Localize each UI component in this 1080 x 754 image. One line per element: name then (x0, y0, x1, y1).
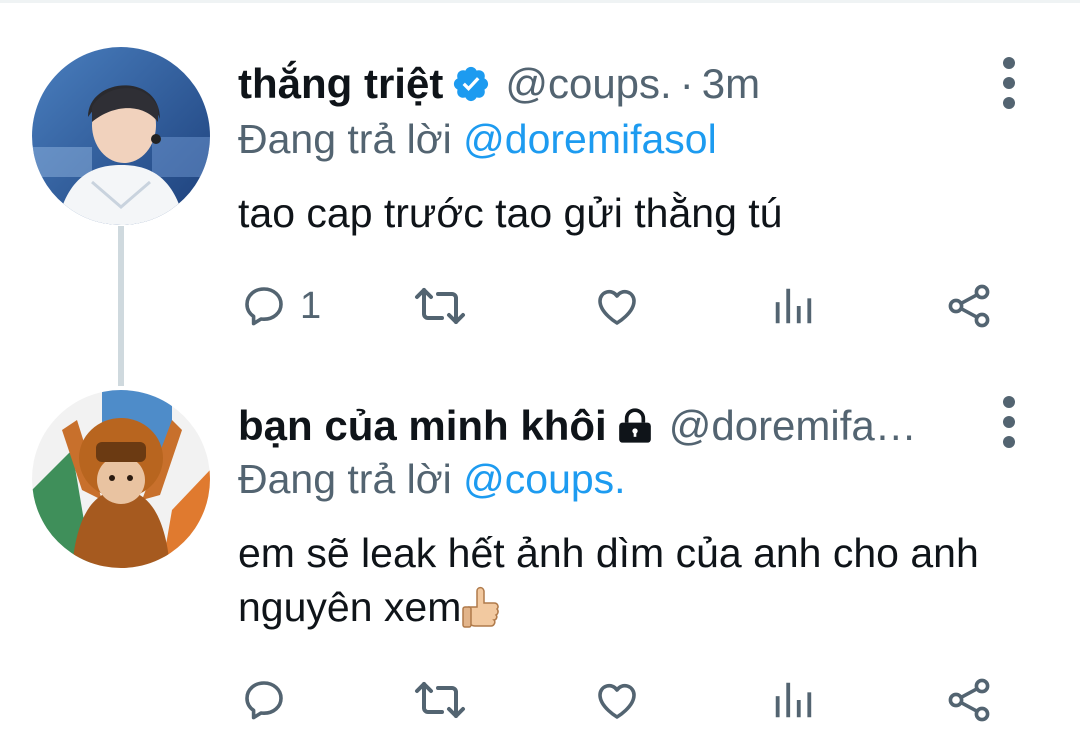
verified-badge-icon (451, 64, 491, 104)
share-icon (948, 284, 990, 328)
replying-to: Đang trả lời @doremifasol (238, 116, 717, 163)
reply-button[interactable] (240, 670, 288, 730)
user-handle[interactable]: @coups. (505, 60, 671, 108)
analytics-icon (775, 682, 812, 718)
tweet-text-content: em sẽ leak hết ảnh dìm của anh cho anh n… (238, 530, 979, 630)
reply-mention-link[interactable]: @coups. (463, 456, 625, 502)
like-icon (598, 683, 636, 719)
analytics-icon (775, 288, 812, 324)
tweet-header: thắng triệt @coups. · 3m (238, 54, 760, 114)
tweet-header: bạn của minh khôi @doremifa… (238, 396, 917, 456)
display-name[interactable]: bạn của minh khôi (238, 402, 607, 450)
retweet-icon (415, 682, 465, 718)
share-icon (948, 678, 990, 722)
reply-icon (245, 681, 283, 720)
share-button[interactable] (944, 276, 996, 336)
timestamp[interactable]: 3m (702, 60, 760, 108)
replying-to-label: Đang trả lời (238, 116, 452, 162)
lock-icon (615, 406, 655, 446)
tweet[interactable]: thắng triệt @coups. · 3m Đang trả lời @d… (0, 0, 1080, 380)
like-button[interactable] (592, 670, 642, 730)
share-button[interactable] (944, 670, 996, 730)
like-icon (598, 289, 636, 325)
reply-mention-link[interactable]: @doremifasol (463, 116, 717, 162)
replying-to-label: Đang trả lời (238, 456, 452, 502)
tweet-actions (0, 670, 1080, 730)
reply-count: 1 (300, 284, 322, 327)
tweet[interactable]: bạn của minh khôi @doremifa… Đang trả lờ… (0, 380, 1080, 754)
avatar[interactable] (32, 47, 210, 225)
replying-to: Đang trả lời @coups. (238, 456, 626, 503)
analytics-button[interactable] (770, 670, 816, 730)
retweet-icon (415, 288, 465, 324)
reply-button[interactable]: 1 (240, 276, 321, 336)
more-options-icon[interactable] (996, 57, 1022, 109)
avatar[interactable] (32, 390, 210, 568)
like-button[interactable] (592, 276, 642, 336)
tweet-text: tao cap trước tao gửi thằng tú (238, 190, 783, 236)
tweet-text: em sẽ leak hết ảnh dìm của anh cho anh n… (238, 526, 1038, 634)
retweet-button[interactable] (412, 670, 468, 730)
tweet-actions: 1 (0, 276, 1080, 336)
reply-icon (245, 287, 283, 326)
retweet-button[interactable] (412, 276, 468, 336)
more-options-icon[interactable] (996, 396, 1022, 448)
analytics-button[interactable] (770, 276, 816, 336)
user-handle[interactable]: @doremifa… (669, 402, 917, 450)
thumbs-up-emoji (461, 585, 501, 631)
separator-dot: · (679, 60, 694, 107)
display-name[interactable]: thắng triệt (238, 60, 443, 108)
